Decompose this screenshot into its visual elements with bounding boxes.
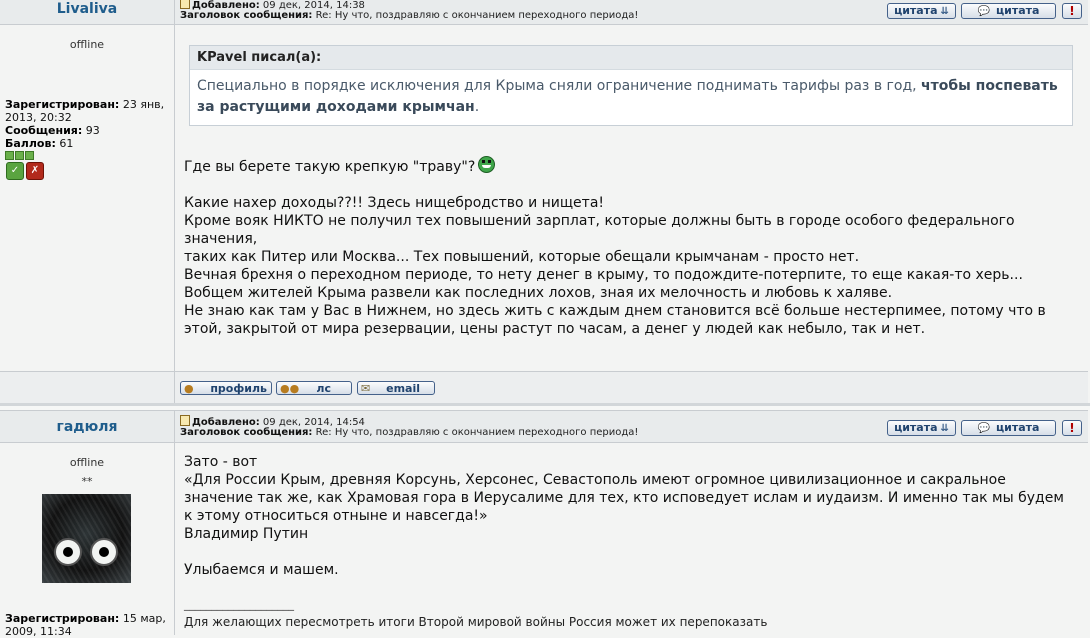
signature-rule: ____________________ [184,598,294,611]
button-label: лс [316,382,331,395]
post-line: Зато - вот [184,454,258,470]
double-chevron-down-icon: ⇊ [940,423,949,434]
button-label: цитата [894,421,938,434]
private-message-button[interactable]: ●● лс [276,381,352,395]
user-status: offline [69,38,105,51]
people-icon: ●● [280,382,300,395]
post-line-text: Где вы берете такую крепкую "траву"? [184,159,476,175]
registered-value: 23 янв, [122,98,165,111]
registered-value: 15 мар, [122,612,166,625]
report-button[interactable]: ! [1062,3,1082,19]
post-line [184,543,1079,561]
quote-text: Специально в порядке исключения для Крым… [197,78,917,94]
speech-bubble-icon: 💬 [977,423,990,434]
button-label: профиль [210,382,267,395]
quote-selected-button[interactable]: цитата ⇊ [887,420,956,436]
post-line: Вечная брехня о переходном периоде, то н… [184,267,1023,283]
post-line: значение так же, как Храмовая гора в Иер… [184,490,1064,506]
registered-value-time: 2013, 20:32 [5,111,72,124]
rating-dot [25,151,34,160]
quote-body: Специально в порядке исключения для Крым… [190,70,1072,125]
author-name[interactable]: Livaliva [0,0,174,18]
points-value: 61 [59,137,74,150]
button-label: email [386,382,420,395]
subject-label: Заголовок сообщения: [180,427,313,438]
post-line: значения, [184,231,258,247]
post-body: Где вы берете такую крепкую "траву"? Как… [184,156,1079,338]
subject-label: Заголовок сообщения: [180,10,313,21]
post-line: таких как Питер или Москва... Тех повыше… [184,249,860,265]
user-info: Зарегистрирован: 23 янв, 2013, 20:32 Соо… [5,98,170,150]
post-line: Вобщем жителей Крыма развели как последн… [184,285,893,301]
report-button[interactable]: ! [1062,420,1082,436]
rating-dot [5,151,14,160]
messages-label: Сообщения: [5,124,83,137]
post-line: «Для России Крым, древняя Корсунь, Херсо… [184,472,1006,488]
avatar[interactable] [42,494,131,583]
points-label: Баллов: [5,137,56,150]
rating-dot [15,151,24,160]
subject-value: Re: Ну что, поздравляю с окончанием пере… [315,427,639,438]
button-label: цитата [995,421,1040,434]
post-subject-line: Заголовок сообщения: Re: Ну что, поздрав… [180,427,638,439]
post-line: Улыбаемся и машем. [184,562,339,578]
column-divider [174,410,175,635]
subject-value: Re: Ну что, поздравляю с окончанием пере… [315,10,639,21]
post-line: к этому относиться отныне и навсегда!» [184,508,488,524]
quote-block: KPavel писал(а): Специально в порядке ис… [189,45,1073,126]
grin-smiley-icon [478,156,496,173]
post-icon [180,415,190,426]
post-line: Где вы берете такую крепкую "траву"? [184,156,1079,176]
avatar-eye [54,538,82,566]
post-subject-line: Заголовок сообщения: Re: Ну что, поздрав… [180,10,638,22]
reputation-plus-icon[interactable]: ✓ [6,162,24,180]
post-line: этой, закрытой от мира резервации, цены … [184,321,926,337]
post-line: Кроме вояк НИКТО не получил тех повышени… [184,213,1015,229]
registered-label: Зарегистрирован: [5,98,120,111]
quote-button[interactable]: 💬 цитата [961,3,1056,19]
quote-author: KPavel писал(а): [190,46,1072,70]
button-label: цитата [995,4,1040,17]
email-button[interactable]: ✉ email [357,381,435,395]
avatar-eye [90,538,118,566]
quote-selected-button[interactable]: цитата ⇊ [887,3,956,19]
signature-text: Для желающих пересмотреть итоги Второй м… [184,615,768,629]
author-name[interactable]: гадюля [0,418,174,436]
column-divider [174,0,175,410]
speech-bubble-icon: 💬 [977,6,990,17]
column-divider [174,372,175,403]
post-body: Зато - вот «Для России Крым, древняя Кор… [184,453,1079,579]
messages-value: 93 [85,124,100,137]
button-label: цитата [894,4,938,17]
post-line: Не знаю как там у Вас в Нижнем, но здесь… [184,303,1046,319]
quote-text-end: . [474,99,480,115]
user-status: offline [69,456,105,469]
user-info: Зарегистрирован: 15 мар, 2009, 11:34 [5,612,170,638]
post-line: Какие нахер доходы??!! Здесь нищебродств… [184,195,605,211]
avatar-texture [42,494,131,583]
user-rank: ** [81,475,93,488]
registered-value-time: 2009, 11:34 [5,625,72,638]
registered-label: Зарегистрирован: [5,612,120,625]
profile-button[interactable]: ● профиль [180,381,272,395]
person-icon: ● [184,382,194,395]
post-footer [0,372,1088,403]
post-icon [180,0,190,9]
quote-button[interactable]: 💬 цитата [961,420,1056,436]
double-chevron-down-icon: ⇊ [940,6,949,17]
post-line: Владимир Путин [184,526,309,542]
reputation-minus-icon[interactable]: ✗ [26,162,44,180]
envelope-icon: ✉ [361,382,371,395]
